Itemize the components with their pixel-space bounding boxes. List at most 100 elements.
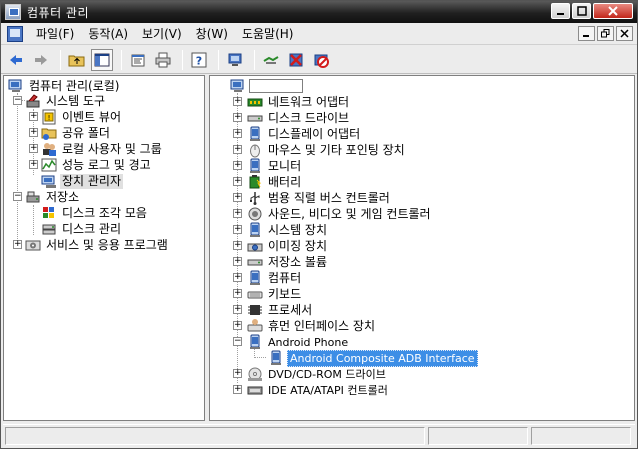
expand-toggle[interactable]: +: [233, 145, 242, 154]
console-tree-pane[interactable]: 컴퓨터 관리(로컬) − 시스템 도구 + ! 이벤트 뷰어 + 공유 폴더 +: [3, 75, 205, 421]
disable-device-button[interactable]: [310, 49, 332, 71]
device-category-dvd-cdrom[interactable]: DVD/CD-ROM 드라이브: [247, 366, 388, 382]
tree-item-storage[interactable]: 저장소: [25, 189, 81, 205]
update-driver-icon: [263, 55, 279, 64]
back-button[interactable]: [5, 49, 27, 71]
device-category-item[interactable]: 디스플레이 어댑터: [247, 126, 362, 142]
tree-item-performance-logs[interactable]: 성능 로그 및 경고: [41, 157, 153, 173]
forward-button[interactable]: [30, 49, 52, 71]
device-category-android-phone[interactable]: Android Phone: [247, 334, 350, 350]
expand-toggle[interactable]: +: [233, 113, 242, 122]
expand-toggle[interactable]: +: [29, 160, 38, 169]
device-category-item[interactable]: 시스템 장치: [247, 222, 329, 238]
back-arrow-icon: [10, 54, 22, 65]
device-tree-computer-root[interactable]: [230, 78, 303, 94]
tree-item-disk-management[interactable]: 디스크 관리: [41, 221, 123, 237]
system-menu-icon[interactable]: [7, 25, 23, 42]
expand-toggle[interactable]: +: [233, 257, 242, 266]
tree-item-shared-folders[interactable]: 공유 폴더: [41, 125, 112, 141]
device-android-composite-adb-interface[interactable]: Android Composite ADB Interface: [268, 349, 478, 367]
svg-text:?: ?: [196, 54, 202, 67]
mdi-minimize-button[interactable]: [578, 26, 595, 41]
tree-item-computer-management[interactable]: 컴퓨터 관리(로컬): [8, 78, 121, 94]
expand-toggle[interactable]: +: [233, 97, 242, 106]
up-level-button[interactable]: [66, 49, 88, 71]
tree-label: Android Phone: [268, 335, 349, 349]
properties-button[interactable]: [127, 49, 149, 71]
device-category-item[interactable]: 프로세서: [247, 302, 314, 318]
dvd-drive-icon: [247, 366, 263, 382]
computer-name-box[interactable]: [249, 79, 303, 93]
mdi-restore-button[interactable]: [597, 26, 614, 41]
device-category-item[interactable]: 사운드, 비디오 및 게임 컨트롤러: [247, 206, 433, 222]
expand-toggle[interactable]: +: [233, 289, 242, 298]
device-category-ide-ata-atapi[interactable]: IDE ATA/ATAPI 컨트롤러: [247, 382, 390, 398]
tree-label: 디스크 조각 모음: [62, 205, 147, 220]
imaging-device-icon: [247, 238, 263, 254]
tree-label: 저장소: [46, 189, 80, 204]
usb-icon: [247, 190, 263, 206]
expand-toggle[interactable]: +: [233, 241, 242, 250]
minimize-button[interactable]: [551, 3, 570, 19]
close-button[interactable]: [593, 3, 633, 19]
tree-label: 프로세서: [268, 302, 313, 317]
expand-toggle[interactable]: +: [233, 129, 242, 138]
menu-view[interactable]: 보기(V): [135, 24, 189, 44]
tree-item-device-manager[interactable]: 장치 관리자: [41, 173, 124, 189]
collapse-toggle[interactable]: −: [233, 337, 242, 346]
update-driver-button[interactable]: [260, 49, 282, 71]
menu-window[interactable]: 창(W): [189, 24, 235, 44]
expand-toggle[interactable]: +: [29, 112, 38, 121]
maximize-button[interactable]: [572, 3, 591, 19]
device-category-item[interactable]: 네트워크 어댑터: [247, 94, 351, 110]
help-button[interactable]: ?: [188, 49, 210, 71]
title-bar[interactable]: 컴퓨터 관리: [1, 1, 637, 23]
device-category-item[interactable]: 모니터: [247, 158, 303, 174]
close-icon: [608, 6, 618, 16]
expand-toggle[interactable]: +: [29, 144, 38, 153]
tree-label: 시스템 도구: [46, 93, 106, 108]
tree-item-system-tools[interactable]: 시스템 도구: [25, 93, 107, 109]
expand-toggle[interactable]: +: [233, 369, 242, 378]
collapse-toggle[interactable]: −: [13, 192, 22, 201]
tree-item-services-applications[interactable]: 서비스 및 응용 프로그램: [25, 237, 170, 253]
device-category-item[interactable]: 마우스 및 기타 포인팅 장치: [247, 142, 407, 158]
menu-bar: 파일(F) 동작(A) 보기(V) 창(W) 도움말(H): [1, 23, 637, 45]
tree-label: 디스크 드라이브: [268, 110, 350, 125]
expand-toggle[interactable]: +: [233, 305, 242, 314]
expand-toggle[interactable]: +: [233, 161, 242, 170]
device-category-item[interactable]: 배터리: [247, 174, 303, 190]
print-button[interactable]: [152, 49, 174, 71]
device-category-item[interactable]: 이미징 장치: [247, 238, 329, 254]
device-category-item[interactable]: 디스크 드라이브: [247, 110, 351, 126]
expand-toggle[interactable]: +: [233, 225, 242, 234]
tree-item-disk-defragmenter[interactable]: 디스크 조각 모음: [41, 205, 149, 221]
device-category-item[interactable]: 범용 직렬 버스 컨트롤러: [247, 190, 392, 206]
device-category-item[interactable]: 컴퓨터: [247, 270, 303, 286]
collapse-toggle[interactable]: −: [13, 96, 22, 105]
device-tree-pane[interactable]: + 네트워크 어댑터 + 디스크 드라이브 + 디스플레이 어댑터 + 마우스 및 기타 포인…: [209, 75, 635, 421]
expand-toggle[interactable]: +: [233, 209, 242, 218]
expand-toggle[interactable]: +: [233, 273, 242, 282]
mdi-close-button[interactable]: [616, 26, 633, 41]
device-category-item[interactable]: 저장소 볼륨: [247, 254, 329, 270]
uninstall-button[interactable]: [285, 49, 307, 71]
tree-label: 공유 폴더: [62, 125, 110, 140]
status-cell: [531, 427, 631, 445]
show-hide-tree-icon: [94, 53, 110, 66]
device-category-item[interactable]: 키보드: [247, 286, 303, 302]
show-hide-console-tree-button[interactable]: [91, 48, 113, 71]
expand-toggle[interactable]: +: [29, 128, 38, 137]
expand-toggle[interactable]: +: [233, 177, 242, 186]
menu-help[interactable]: 도움말(H): [235, 24, 301, 44]
tree-item-event-viewer[interactable]: ! 이벤트 뷰어: [41, 109, 123, 125]
expand-toggle[interactable]: +: [233, 193, 242, 202]
scan-hardware-button[interactable]: [224, 49, 246, 71]
menu-file[interactable]: 파일(F): [29, 24, 81, 44]
expand-toggle[interactable]: +: [233, 321, 242, 330]
tree-item-local-users-groups[interactable]: 로컬 사용자 및 그룹: [41, 141, 164, 157]
menu-action[interactable]: 동작(A): [81, 24, 135, 44]
expand-toggle[interactable]: +: [13, 240, 22, 249]
device-category-item[interactable]: 휴먼 인터페이스 장치: [247, 318, 377, 334]
expand-toggle[interactable]: +: [233, 385, 242, 394]
